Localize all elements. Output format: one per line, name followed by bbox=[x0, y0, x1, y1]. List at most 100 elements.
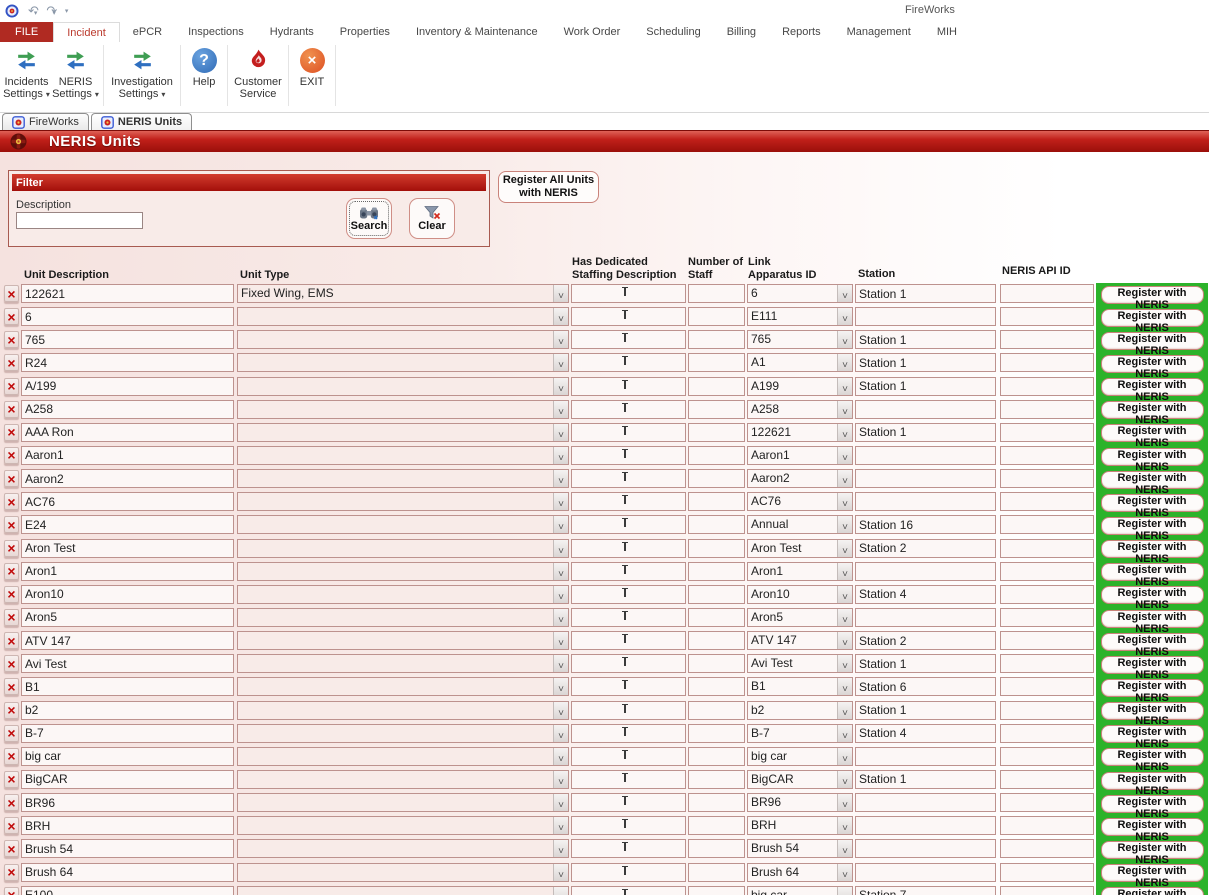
station-input[interactable] bbox=[855, 770, 996, 789]
tab-inventory-maintenance[interactable]: Inventory & Maintenance bbox=[403, 22, 551, 42]
neris-api-id-input[interactable] bbox=[1000, 562, 1094, 581]
chevron-down-icon[interactable]: ˅ bbox=[553, 771, 568, 788]
neris-api-id-input[interactable] bbox=[1000, 353, 1094, 372]
ribbon-button-help[interactable]: ?Help bbox=[184, 42, 224, 112]
register-with-neris-button[interactable]: Register with NERIS bbox=[1101, 795, 1204, 813]
neris-api-id-input[interactable] bbox=[1000, 608, 1094, 627]
tab-mih[interactable]: MIH bbox=[924, 22, 970, 42]
chevron-down-icon[interactable]: ˅ bbox=[553, 470, 568, 487]
neris-api-id-input[interactable] bbox=[1000, 400, 1094, 419]
staffing-description-cell[interactable] bbox=[571, 886, 686, 895]
delete-row-button[interactable]: × bbox=[4, 748, 19, 765]
link-apparatus-dropdown[interactable]: B1 ˅ bbox=[747, 677, 853, 696]
unit-type-dropdown[interactable]: ˅ bbox=[237, 701, 569, 720]
neris-api-id-input[interactable] bbox=[1000, 469, 1094, 488]
staffing-description-cell[interactable] bbox=[571, 770, 686, 789]
unit-type-dropdown[interactable]: ˅ bbox=[237, 724, 569, 743]
chevron-down-icon[interactable]: ˅ bbox=[837, 586, 852, 603]
unit-description-input[interactable] bbox=[21, 863, 234, 882]
register-all-units-button[interactable]: Register All Units with NERIS bbox=[498, 171, 599, 203]
ribbon-button-neris-settings[interactable]: NERIS Settings ▾ bbox=[51, 42, 100, 112]
chevron-down-icon[interactable]: ˅ bbox=[553, 609, 568, 626]
unit-description-input[interactable] bbox=[21, 515, 234, 534]
unit-type-dropdown[interactable]: ˅ bbox=[237, 539, 569, 558]
link-apparatus-dropdown[interactable]: Annual ˅ bbox=[747, 515, 853, 534]
number-of-staff-cell[interactable] bbox=[688, 469, 745, 488]
chevron-down-icon[interactable]: ˅ bbox=[553, 586, 568, 603]
register-with-neris-button[interactable]: Register with NERIS bbox=[1101, 864, 1204, 882]
staffing-description-cell[interactable] bbox=[571, 307, 686, 326]
unit-type-dropdown[interactable]: ˅ bbox=[237, 677, 569, 696]
link-apparatus-dropdown[interactable]: A258 ˅ bbox=[747, 400, 853, 419]
staffing-description-cell[interactable] bbox=[571, 816, 686, 835]
chevron-down-icon[interactable]: ˅ bbox=[553, 887, 568, 895]
register-with-neris-button[interactable]: Register with NERIS bbox=[1101, 563, 1204, 581]
link-apparatus-dropdown[interactable]: b2 ˅ bbox=[747, 701, 853, 720]
register-with-neris-button[interactable]: Register with NERIS bbox=[1101, 702, 1204, 720]
unit-type-dropdown[interactable]: ˅ bbox=[237, 423, 569, 442]
tab-properties[interactable]: Properties bbox=[327, 22, 403, 42]
delete-row-button[interactable]: × bbox=[4, 470, 19, 487]
delete-row-button[interactable]: × bbox=[4, 609, 19, 626]
station-input[interactable] bbox=[855, 330, 996, 349]
staffing-description-cell[interactable] bbox=[571, 608, 686, 627]
number-of-staff-cell[interactable] bbox=[688, 863, 745, 882]
station-input[interactable] bbox=[855, 654, 996, 673]
station-input[interactable] bbox=[855, 631, 996, 650]
unit-description-input[interactable] bbox=[21, 446, 234, 465]
station-input[interactable] bbox=[855, 585, 996, 604]
staffing-description-cell[interactable] bbox=[571, 284, 686, 303]
register-with-neris-button[interactable]: Register with NERIS bbox=[1101, 517, 1204, 535]
staffing-description-cell[interactable] bbox=[571, 539, 686, 558]
link-apparatus-dropdown[interactable]: 122621 ˅ bbox=[747, 423, 853, 442]
tab-epcr[interactable]: ePCR bbox=[120, 22, 175, 42]
ribbon-button-exit[interactable]: ×EXIT bbox=[292, 42, 332, 112]
number-of-staff-cell[interactable] bbox=[688, 654, 745, 673]
neris-api-id-input[interactable] bbox=[1000, 539, 1094, 558]
unit-type-dropdown[interactable]: ˅ bbox=[237, 469, 569, 488]
station-input[interactable] bbox=[855, 492, 996, 511]
staffing-description-cell[interactable] bbox=[571, 654, 686, 673]
chevron-down-icon[interactable]: ˅ bbox=[553, 378, 568, 395]
staffing-description-cell[interactable] bbox=[571, 724, 686, 743]
number-of-staff-cell[interactable] bbox=[688, 585, 745, 604]
register-with-neris-button[interactable]: Register with NERIS bbox=[1101, 332, 1204, 350]
neris-api-id-input[interactable] bbox=[1000, 701, 1094, 720]
tab-file[interactable]: FILE bbox=[0, 22, 53, 42]
unit-type-dropdown[interactable]: ˅ bbox=[237, 770, 569, 789]
chevron-down-icon[interactable]: ˅ bbox=[553, 493, 568, 510]
chevron-down-icon[interactable]: ˅ bbox=[837, 424, 852, 441]
number-of-staff-cell[interactable] bbox=[688, 400, 745, 419]
register-with-neris-button[interactable]: Register with NERIS bbox=[1101, 841, 1204, 859]
chevron-down-icon[interactable]: ˅ bbox=[553, 285, 568, 302]
station-input[interactable] bbox=[855, 677, 996, 696]
register-with-neris-button[interactable]: Register with NERIS bbox=[1101, 448, 1204, 466]
ribbon-button-investigation-settings[interactable]: Investigation Settings ▾ bbox=[107, 42, 177, 112]
neris-api-id-input[interactable] bbox=[1000, 330, 1094, 349]
delete-row-button[interactable]: × bbox=[4, 447, 19, 464]
station-input[interactable] bbox=[855, 423, 996, 442]
tab-scheduling[interactable]: Scheduling bbox=[633, 22, 713, 42]
unit-description-input[interactable] bbox=[21, 770, 234, 789]
number-of-staff-cell[interactable] bbox=[688, 423, 745, 442]
link-apparatus-dropdown[interactable]: AC76 ˅ bbox=[747, 492, 853, 511]
delete-row-button[interactable]: × bbox=[4, 378, 19, 395]
neris-api-id-input[interactable] bbox=[1000, 863, 1094, 882]
document-tab-fireworks[interactable]: FireWorks bbox=[2, 113, 89, 130]
chevron-down-icon[interactable]: ˅ bbox=[837, 493, 852, 510]
chevron-down-icon[interactable]: ˅ bbox=[837, 331, 852, 348]
register-with-neris-button[interactable]: Register with NERIS bbox=[1101, 355, 1204, 373]
number-of-staff-cell[interactable] bbox=[688, 307, 745, 326]
chevron-down-icon[interactable]: ˅ bbox=[553, 632, 568, 649]
chevron-down-icon[interactable]: ˅ bbox=[837, 516, 852, 533]
unit-description-input[interactable] bbox=[21, 839, 234, 858]
neris-api-id-input[interactable] bbox=[1000, 770, 1094, 789]
number-of-staff-cell[interactable] bbox=[688, 770, 745, 789]
delete-row-button[interactable]: × bbox=[4, 817, 19, 834]
unit-description-input[interactable] bbox=[21, 353, 234, 372]
staffing-description-cell[interactable] bbox=[571, 330, 686, 349]
unit-type-dropdown[interactable]: ˅ bbox=[237, 400, 569, 419]
link-apparatus-dropdown[interactable]: big car ˅ bbox=[747, 747, 853, 766]
neris-api-id-input[interactable] bbox=[1000, 377, 1094, 396]
neris-api-id-input[interactable] bbox=[1000, 747, 1094, 766]
